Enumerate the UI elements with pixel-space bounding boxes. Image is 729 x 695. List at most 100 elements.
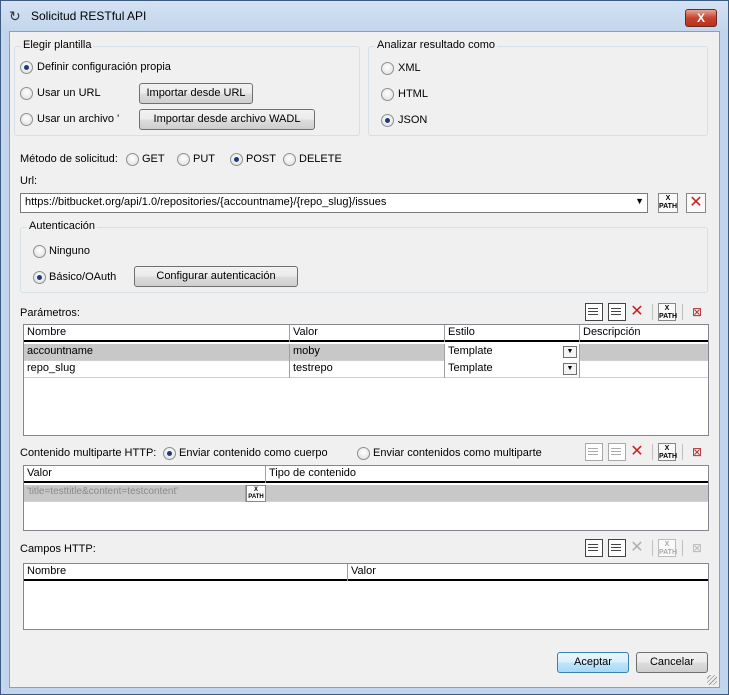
- param-description-cell[interactable]: [580, 344, 708, 361]
- param-style-combo[interactable]: Template ▼: [445, 361, 580, 378]
- auth-group: Autenticación Ninguno Básico/OAuth Confi…: [20, 220, 708, 293]
- multipart-insert-row-icon[interactable]: [608, 443, 626, 461]
- configure-auth-button[interactable]: Configurar autenticación: [134, 266, 298, 287]
- params-delete-icon[interactable]: ✕: [628, 303, 646, 321]
- radio-auth-basic[interactable]: [33, 271, 46, 284]
- template-group: Elegir plantilla Definir configuración p…: [14, 39, 360, 136]
- params-table-header: Nombre Valor Estilo Descripción: [24, 325, 708, 342]
- dialog-body: Elegir plantilla Definir configuración p…: [9, 31, 720, 688]
- import-url-button[interactable]: Importar desde URL: [139, 83, 253, 104]
- radio-auth-none[interactable]: [33, 245, 46, 258]
- radio-send-as-multipart[interactable]: [357, 447, 370, 460]
- multipart-table-header: Valor Tipo de contenido: [24, 466, 708, 483]
- radio-send-as-multipart-label: Enviar contenidos como multiparte: [373, 447, 542, 459]
- params-xpath-icon[interactable]: X PATH: [658, 303, 677, 321]
- chevron-down-icon[interactable]: ▼: [563, 346, 577, 358]
- radio-html-label: HTML: [398, 88, 428, 100]
- url-dropdown-icon[interactable]: ▼: [635, 196, 644, 206]
- radio-put[interactable]: [177, 153, 190, 166]
- refresh-icon: ↻: [9, 8, 21, 24]
- multipart-clear-all-icon[interactable]: ⊠: [688, 443, 706, 461]
- resize-grip[interactable]: [707, 675, 717, 685]
- table-row[interactable]: 'title=testtitle&content=testcontent' X …: [24, 485, 708, 502]
- param-style-combo[interactable]: Template ▼: [445, 344, 580, 361]
- radio-use-url-label: Usar un URL: [37, 87, 101, 99]
- fields-col-name[interactable]: Nombre: [24, 564, 348, 581]
- fields-append-row-icon[interactable]: [585, 539, 603, 557]
- radio-send-as-body[interactable]: [163, 447, 176, 460]
- cancel-button[interactable]: Cancelar: [636, 652, 708, 673]
- auth-group-label: Autenticación: [27, 220, 98, 232]
- title-bar: ↻ Solicitud RESTful API X: [1, 1, 728, 31]
- parse-group: Analizar resultado como XML HTML JSON: [368, 39, 708, 136]
- multipart-col-value[interactable]: Valor: [24, 466, 266, 483]
- fields-toolbar-separator: [652, 540, 653, 556]
- multipart-delete-icon[interactable]: ✕: [628, 443, 646, 461]
- method-label: Método de solicitud:: [20, 153, 118, 165]
- param-value-cell[interactable]: testrepo: [290, 361, 445, 378]
- url-input[interactable]: https://bitbucket.org/api/1.0/repositori…: [20, 193, 648, 213]
- radio-xml-label: XML: [398, 62, 421, 74]
- radio-delete[interactable]: [283, 153, 296, 166]
- url-clear-icon[interactable]: ✕: [686, 193, 706, 213]
- close-button[interactable]: X: [685, 9, 717, 27]
- params-col-style[interactable]: Estilo: [445, 325, 580, 342]
- radio-use-url[interactable]: [20, 87, 33, 100]
- fields-delete-icon[interactable]: ✕: [628, 539, 646, 557]
- radio-post[interactable]: [230, 153, 243, 166]
- fields-insert-row-icon[interactable]: [608, 539, 626, 557]
- radio-custom-config-label: Definir configuración propia: [37, 61, 171, 73]
- params-clear-all-icon[interactable]: ⊠: [688, 303, 706, 321]
- chevron-down-icon[interactable]: ▼: [563, 363, 577, 375]
- multipart-col-content-type[interactable]: Tipo de contenido: [266, 466, 708, 483]
- template-group-label: Elegir plantilla: [21, 39, 94, 51]
- params-table: Nombre Valor Estilo Descripción accountn…: [23, 324, 709, 436]
- multipart-label: Contenido multiparte HTTP:: [20, 447, 157, 459]
- parse-group-label: Analizar resultado como: [375, 39, 498, 51]
- param-description-cell[interactable]: [580, 361, 708, 378]
- multipart-row-xpath-icon[interactable]: X PATH: [246, 485, 266, 502]
- dialog-window: ↻ Solicitud RESTful API X Elegir plantil…: [0, 0, 729, 695]
- multipart-toolbar-separator: [652, 444, 653, 460]
- accept-button[interactable]: Aceptar: [557, 652, 629, 673]
- param-style-value: Template: [448, 345, 493, 357]
- radio-custom-config[interactable]: [20, 61, 33, 74]
- multipart-value-cell[interactable]: 'title=testtitle&content=testcontent': [24, 485, 246, 502]
- radio-get[interactable]: [126, 153, 139, 166]
- radio-auth-basic-label: Básico/OAuth: [49, 271, 117, 283]
- import-wadl-button[interactable]: Importar desde archivo WADL: [139, 109, 315, 130]
- fields-table-header: Nombre Valor: [24, 564, 708, 581]
- param-name-cell[interactable]: repo_slug: [24, 361, 290, 378]
- params-toolbar-separator: [652, 304, 653, 320]
- params-col-value[interactable]: Valor: [290, 325, 445, 342]
- table-row[interactable]: repo_slug testrepo Template ▼: [24, 361, 708, 378]
- radio-get-label: GET: [142, 153, 165, 165]
- radio-use-file-label: Usar un archivo ': [37, 113, 120, 125]
- radio-json-label: JSON: [398, 114, 428, 126]
- params-col-description[interactable]: Descripción: [580, 325, 708, 342]
- params-col-name[interactable]: Nombre: [24, 325, 290, 342]
- multipart-content-type-cell[interactable]: [266, 485, 708, 502]
- params-toolbar-separator-2: [682, 304, 683, 320]
- radio-html[interactable]: [381, 88, 394, 101]
- fields-clear-all-icon[interactable]: ⊠: [688, 539, 706, 557]
- radio-put-label: PUT: [193, 153, 215, 165]
- param-name-cell[interactable]: accountname: [24, 344, 290, 361]
- multipart-append-row-icon[interactable]: [585, 443, 603, 461]
- radio-xml[interactable]: [381, 62, 394, 75]
- url-label: Url:: [20, 175, 38, 187]
- multipart-xpath-icon[interactable]: X PATH: [658, 443, 677, 461]
- params-label: Parámetros:: [20, 307, 80, 319]
- radio-post-label: POST: [246, 153, 276, 165]
- params-insert-row-icon[interactable]: [608, 303, 626, 321]
- url-xpath-icon[interactable]: X PATH: [658, 193, 678, 213]
- radio-auth-none-label: Ninguno: [49, 245, 90, 257]
- radio-use-file[interactable]: [20, 113, 33, 126]
- radio-json[interactable]: [381, 114, 394, 127]
- param-value-cell[interactable]: moby: [290, 344, 445, 361]
- table-row[interactable]: accountname moby Template ▼: [24, 344, 708, 361]
- params-append-row-icon[interactable]: [585, 303, 603, 321]
- fields-xpath-icon[interactable]: X PATH: [658, 539, 677, 557]
- fields-col-value[interactable]: Valor: [348, 564, 708, 581]
- param-style-value: Template: [448, 362, 493, 374]
